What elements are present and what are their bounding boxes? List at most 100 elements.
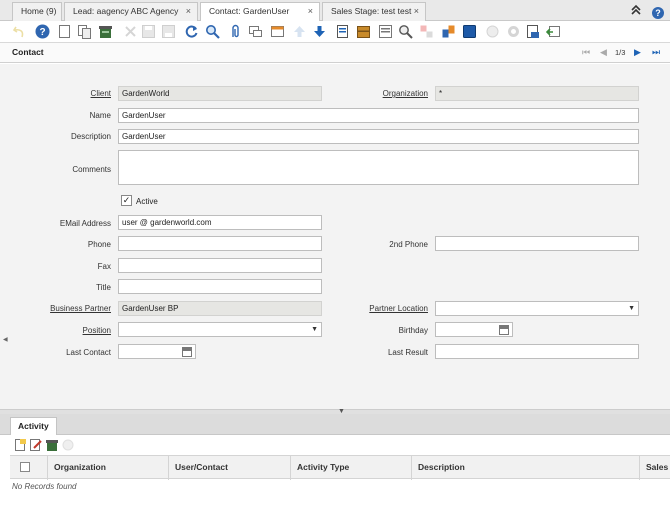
request-icon[interactable]: [398, 24, 413, 39]
organization-field: *: [435, 86, 639, 101]
tab-activity[interactable]: Activity: [10, 417, 57, 435]
svg-text:?: ?: [39, 27, 45, 38]
last-record-icon[interactable]: ⏭: [652, 47, 660, 58]
exit-icon[interactable]: [546, 24, 561, 39]
phone-label: Phone: [87, 240, 111, 249]
phone2-field[interactable]: [435, 236, 639, 251]
info-icon[interactable]: [62, 439, 74, 451]
customize-icon[interactable]: [485, 24, 500, 39]
activity-grid-header: Organization User/Contact Activity Type …: [10, 455, 670, 480]
next-record-nav-icon[interactable]: ▶: [634, 47, 641, 58]
product-info-icon[interactable]: [419, 24, 434, 39]
tab-label: Contact: GardenUser: [209, 6, 290, 16]
undo-icon[interactable]: [12, 24, 27, 39]
delete-selection-icon[interactable]: [123, 24, 138, 39]
new-record-icon[interactable]: [14, 439, 26, 451]
column-header[interactable]: User/Contact: [168, 456, 290, 480]
last-result-label: Last Result: [387, 348, 428, 357]
delete-icon[interactable]: [98, 24, 113, 39]
save-icon[interactable]: [141, 24, 156, 39]
email-field[interactable]: user @ gardenworld.com: [118, 215, 322, 230]
chat-icon[interactable]: [248, 24, 263, 39]
close-icon[interactable]: ×: [308, 3, 313, 20]
help-icon[interactable]: ?: [35, 24, 50, 39]
phone-field[interactable]: [118, 236, 322, 251]
tab-label: Lead: aagency ABC Agency: [73, 6, 179, 16]
previous-record-icon[interactable]: [292, 24, 307, 39]
partner-location-label[interactable]: Partner Location: [328, 304, 428, 313]
tab-sales-stage[interactable]: Sales Stage: test test ×: [322, 2, 426, 21]
zoom-across-icon[interactable]: [378, 24, 393, 39]
main-toolbar: ?: [0, 21, 670, 43]
refresh-icon[interactable]: [184, 24, 199, 39]
next-record-icon[interactable]: [312, 24, 327, 39]
last-result-field[interactable]: [435, 344, 639, 359]
description-label: Description: [70, 132, 111, 141]
title-field[interactable]: [118, 279, 322, 294]
empty-grid-message: No Records found: [12, 482, 77, 491]
detail-pane: Activity Organization User/Contact Activ…: [0, 414, 670, 523]
position-select[interactable]: ▼: [118, 322, 322, 337]
import-icon[interactable]: [526, 24, 541, 39]
page-title: Contact: [12, 47, 44, 57]
position-label[interactable]: Position: [11, 326, 111, 335]
column-header[interactable]: Description: [411, 456, 639, 480]
active-label: Active: [136, 197, 158, 206]
edit-record-icon[interactable]: [30, 439, 42, 451]
column-header[interactable]: Organization: [47, 456, 168, 480]
active-checkbox[interactable]: ✓: [121, 195, 132, 206]
double-chevron-up-icon[interactable]: [630, 4, 642, 16]
find-icon[interactable]: [205, 24, 220, 39]
fax-label: Fax: [97, 262, 111, 271]
process-icon[interactable]: [462, 24, 477, 39]
record-header: Contact ⏮ ◀ 1/3 ▶ ⏭: [0, 43, 670, 63]
chevron-down-icon[interactable]: ▼: [628, 302, 635, 315]
calendar-icon[interactable]: [499, 325, 509, 335]
fax-field[interactable]: [118, 258, 322, 273]
copy-record-icon[interactable]: [77, 24, 92, 39]
tab-home[interactable]: Home (9): [12, 2, 62, 21]
phone2-label: 2nd Phone: [389, 240, 428, 249]
workflow-icon[interactable]: [441, 24, 456, 39]
attachment-icon[interactable]: [228, 24, 243, 39]
client-field: GardenWorld: [118, 86, 322, 101]
birthday-label: Birthday: [398, 326, 428, 335]
chevron-down-icon[interactable]: ▼: [311, 323, 318, 336]
column-header[interactable]: Activity Type: [290, 456, 411, 480]
close-icon[interactable]: ×: [414, 3, 419, 20]
business-partner-label[interactable]: Business Partner: [11, 304, 111, 313]
comments-field[interactable]: [118, 150, 639, 185]
new-record-icon[interactable]: [57, 24, 72, 39]
organization-label[interactable]: Organization: [328, 89, 428, 98]
side-collapse-icon[interactable]: ◀: [3, 336, 8, 343]
tab-label: Home (9): [21, 6, 57, 16]
help-circle-icon[interactable]: ?: [652, 7, 664, 19]
previous-record-nav-icon[interactable]: ◀: [600, 47, 607, 58]
comments-label: Comments: [72, 165, 111, 174]
partner-location-select[interactable]: ▼: [435, 301, 639, 316]
delete-icon[interactable]: [46, 439, 58, 451]
column-header[interactable]: Sales: [639, 456, 670, 480]
export-icon[interactable]: [506, 24, 521, 39]
birthday-field[interactable]: [435, 322, 513, 337]
description-field[interactable]: GardenUser: [118, 129, 639, 144]
close-icon[interactable]: ×: [186, 3, 191, 20]
tab-lead[interactable]: Lead: aagency ABC Agency ×: [64, 2, 198, 21]
tab-contact[interactable]: Contact: GardenUser ×: [200, 2, 320, 22]
first-record-icon[interactable]: ⏮: [582, 47, 590, 58]
window-controls: ?: [622, 4, 664, 19]
business-partner-field: GardenUser BP: [118, 301, 322, 316]
detail-toolbar: [0, 435, 670, 455]
last-contact-field[interactable]: [118, 344, 196, 359]
report-icon[interactable]: [335, 24, 350, 39]
client-label[interactable]: Client: [11, 89, 111, 98]
last-contact-label: Last Contact: [66, 348, 111, 357]
archive-icon[interactable]: [356, 24, 371, 39]
grid-toggle-icon[interactable]: [270, 24, 285, 39]
save-and-new-icon[interactable]: [161, 24, 176, 39]
select-all-checkbox[interactable]: [20, 462, 30, 472]
calendar-icon[interactable]: [182, 347, 192, 357]
name-field[interactable]: GardenUser: [118, 108, 639, 123]
record-counter: 1/3: [615, 48, 626, 57]
window-tab-bar: Home (9) Lead: aagency ABC Agency × Conta…: [0, 0, 670, 22]
